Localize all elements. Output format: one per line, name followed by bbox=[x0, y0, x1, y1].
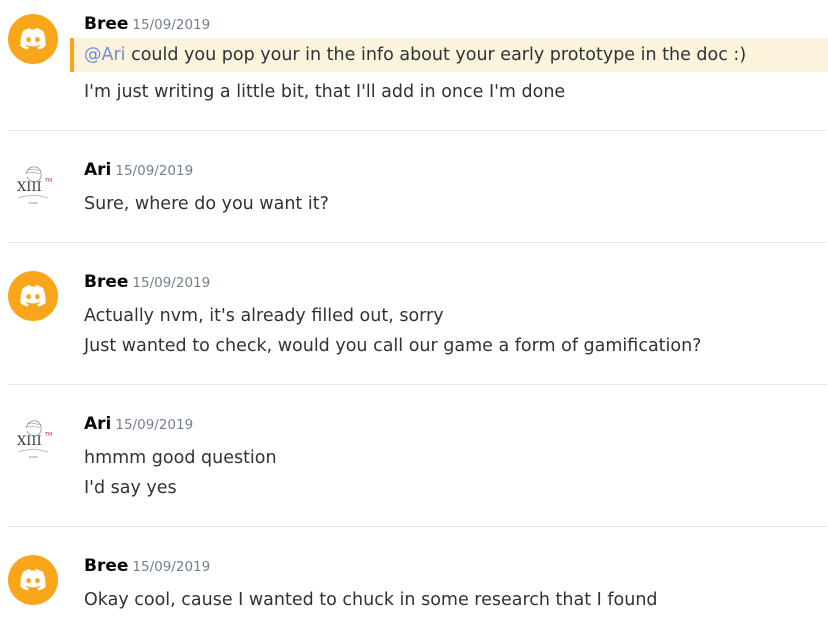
message-text: hmmm good question bbox=[84, 448, 277, 468]
timestamp: 15/09/2019 bbox=[132, 275, 211, 291]
avatar-tm-text: TM bbox=[44, 178, 52, 184]
timestamp: 15/09/2019 bbox=[115, 417, 194, 433]
avatar-xiii-text: XIII bbox=[17, 434, 42, 449]
message-line: I'm just writing a little bit, that I'll… bbox=[84, 78, 565, 106]
message-header: Bree 15/09/2019 bbox=[84, 14, 210, 38]
message-text: Just wanted to check, would you call our… bbox=[84, 336, 702, 356]
timestamp: 15/09/2019 bbox=[115, 163, 194, 179]
message-text: I'd say yes bbox=[84, 478, 177, 498]
message-text: could you pop your in the info about you… bbox=[125, 45, 747, 65]
username[interactable]: Ari bbox=[84, 414, 111, 434]
message-line: Okay cool, cause I wanted to chuck in so… bbox=[84, 586, 658, 614]
message-divider bbox=[8, 526, 826, 527]
discord-logo-icon bbox=[20, 28, 46, 50]
message-divider bbox=[8, 130, 826, 131]
message-line: @Ari could you pop your in the info abou… bbox=[84, 41, 746, 69]
timestamp: 15/09/2019 bbox=[132, 559, 211, 575]
discord-logo-icon bbox=[20, 285, 46, 307]
mention-highlight-bar bbox=[70, 38, 74, 72]
message-line: I'd say yes bbox=[84, 474, 177, 502]
avatar-bree[interactable] bbox=[8, 271, 58, 321]
message-text: I'm just writing a little bit, that I'll… bbox=[84, 82, 566, 102]
message-text: Sure, where do you want it? bbox=[84, 194, 329, 214]
message-header: Ari 15/09/2019 bbox=[84, 414, 193, 438]
xiii-sketch-avatar-icon: XIII TM HAFA bbox=[17, 420, 52, 459]
message-line: Just wanted to check, would you call our… bbox=[84, 332, 701, 360]
message-header: Ari 15/09/2019 bbox=[84, 160, 193, 184]
message-divider bbox=[8, 242, 826, 243]
avatar-xiii-text: XIII bbox=[17, 180, 42, 195]
username[interactable]: Ari bbox=[84, 160, 111, 180]
username[interactable]: Bree bbox=[84, 272, 128, 292]
xiii-sketch-avatar-icon: XIII TM HAFA bbox=[17, 166, 52, 205]
user-mention[interactable]: @Ari bbox=[84, 45, 126, 65]
message-text: Actually nvm, it's already filled out, s… bbox=[84, 306, 444, 326]
avatar-bree[interactable] bbox=[8, 14, 58, 64]
message-header: Bree 15/09/2019 bbox=[84, 556, 210, 580]
avatar-ari[interactable]: XIII TM HAFA bbox=[8, 158, 58, 208]
avatar-tm-text: TM bbox=[44, 432, 52, 438]
username[interactable]: Bree bbox=[84, 556, 128, 576]
avatar-signature-text: HAFA bbox=[29, 201, 39, 205]
message-line: Sure, where do you want it? bbox=[84, 190, 329, 218]
message-text: Okay cool, cause I wanted to chuck in so… bbox=[84, 590, 658, 610]
timestamp: 15/09/2019 bbox=[132, 17, 211, 33]
avatar-bree[interactable] bbox=[8, 555, 58, 605]
username[interactable]: Bree bbox=[84, 14, 128, 34]
avatar-signature-text: HAFA bbox=[29, 455, 39, 459]
message-line: hmmm good question bbox=[84, 444, 277, 472]
message-line: Actually nvm, it's already filled out, s… bbox=[84, 302, 444, 330]
avatar-ari[interactable]: XIII TM HAFA bbox=[8, 412, 58, 462]
discord-logo-icon bbox=[20, 569, 46, 591]
chat-message-list: Bree 15/09/2019 @Ari could you pop your i… bbox=[0, 0, 828, 639]
message-divider bbox=[8, 384, 826, 385]
message-header: Bree 15/09/2019 bbox=[84, 272, 210, 296]
